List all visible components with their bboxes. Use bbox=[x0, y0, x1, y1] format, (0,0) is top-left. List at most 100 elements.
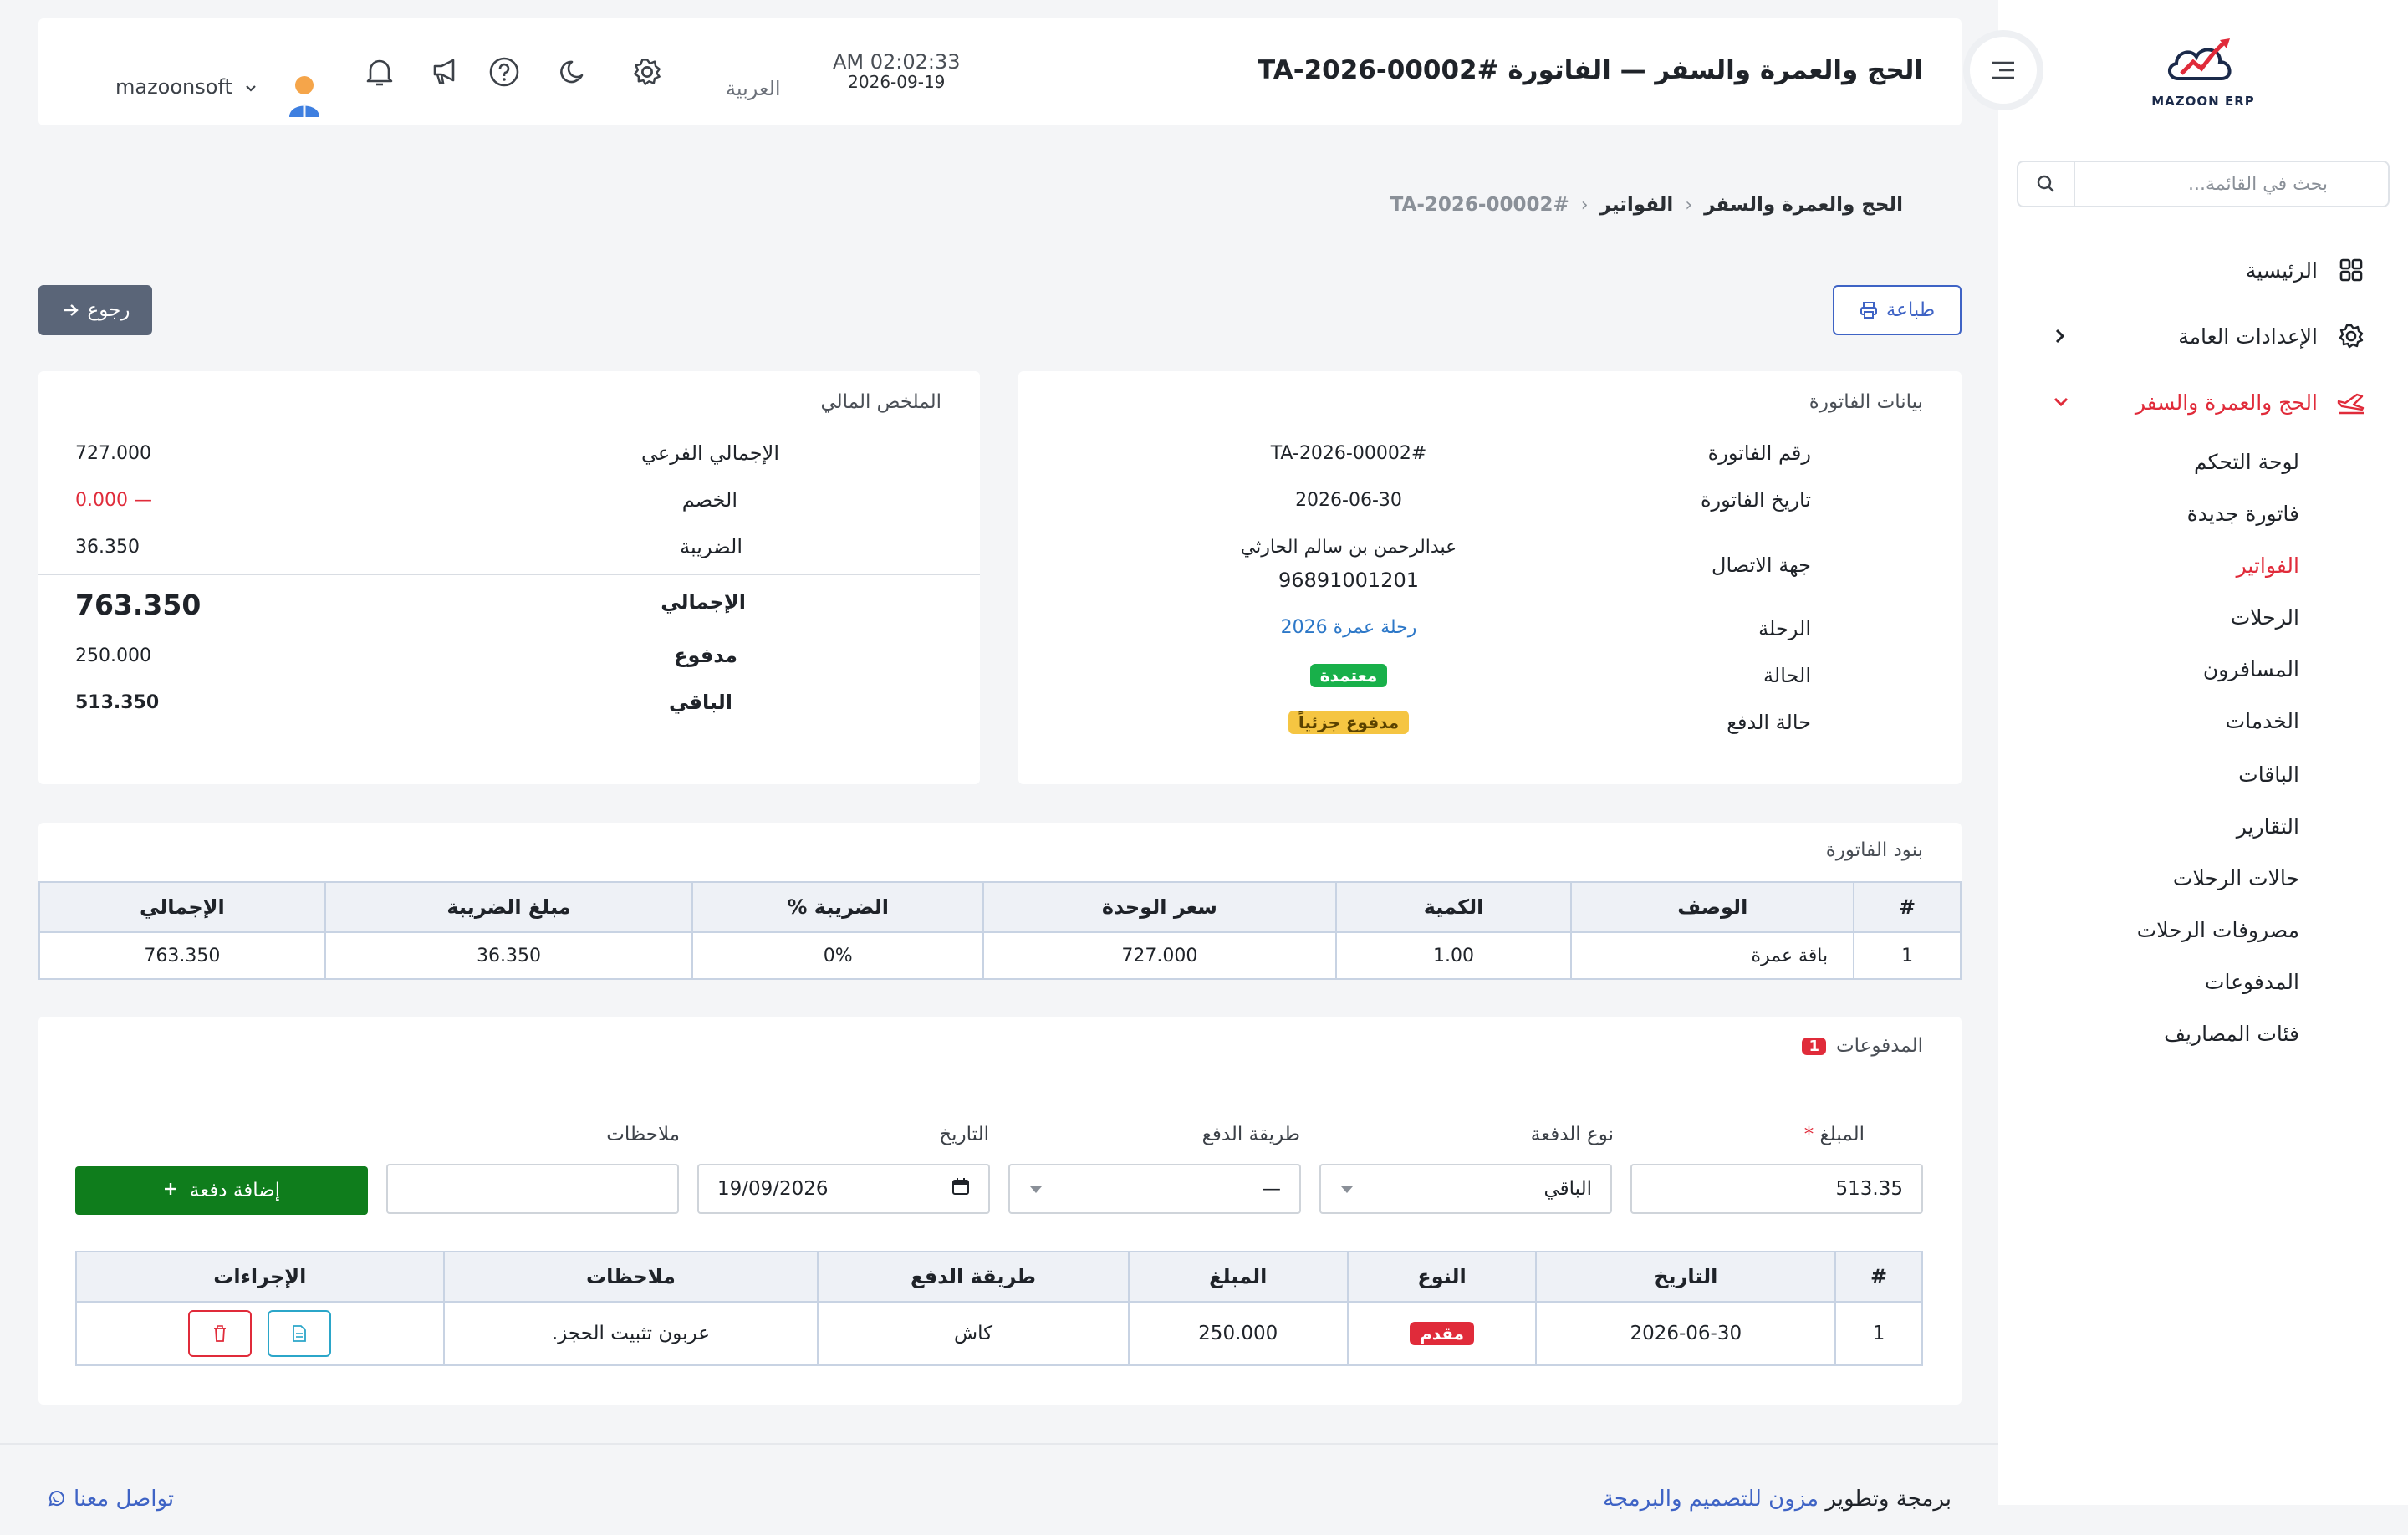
amount-input[interactable]: 513.35 bbox=[1630, 1164, 1923, 1214]
sidebar-item-settings[interactable]: الإعدادات العامة bbox=[2040, 317, 2366, 355]
chevron-left-icon bbox=[2048, 324, 2070, 354]
sidebar-subitem-travelers[interactable]: المسافرون bbox=[2203, 653, 2299, 686]
discount-label: الخصم bbox=[681, 488, 737, 512]
column-header: النوع bbox=[1346, 1251, 1538, 1303]
table-cell: 1 bbox=[1853, 931, 1962, 980]
discount-value: — 0.000 bbox=[75, 490, 152, 511]
print-button[interactable]: طباعة bbox=[1833, 285, 1962, 335]
amount-label-text: المبلغ bbox=[1819, 1124, 1865, 1145]
trip-label: الرحلة bbox=[1758, 617, 1811, 640]
divider bbox=[38, 574, 980, 575]
printer-icon bbox=[1860, 302, 1877, 319]
sidebar-item-hajj-umrah-travel[interactable]: الحج والعمرة والسفر bbox=[2040, 383, 2366, 421]
payment-status-badge: مدفوع جزئياً bbox=[1288, 711, 1410, 734]
sidebar-subitem-expense-categories[interactable]: فئات المصاريف bbox=[2164, 1017, 2299, 1051]
breadcrumb-item[interactable]: الفواتير bbox=[1600, 194, 1674, 216]
arrow-right-icon bbox=[63, 304, 79, 316]
sidebar-search[interactable] bbox=[2017, 161, 2390, 207]
column-header: # bbox=[1834, 1251, 1923, 1303]
sidebar-subitem-trip-expenses[interactable]: مصروفات الرحلات bbox=[2137, 914, 2299, 947]
column-header: # bbox=[1853, 881, 1962, 933]
brand-logo[interactable]: MAZOON ERP bbox=[2149, 33, 2258, 117]
sidebar-subitem-trip-statuses[interactable]: حالات الرحلات bbox=[2173, 862, 2299, 895]
delete-payment-button[interactable] bbox=[188, 1310, 253, 1357]
table-cell: 763.350 bbox=[38, 931, 326, 980]
sidebar-subitem-reports[interactable]: التقارير bbox=[2237, 810, 2299, 844]
table-cell: 1 bbox=[1834, 1301, 1923, 1366]
payment-notes-input[interactable] bbox=[386, 1164, 679, 1214]
gear-icon bbox=[2336, 321, 2366, 351]
column-header: الوصف bbox=[1570, 881, 1855, 933]
remaining-value: 513.350 bbox=[75, 692, 160, 713]
table-cell: 727.000 bbox=[982, 931, 1337, 980]
card-title: الملخص المالي bbox=[820, 391, 941, 413]
avatar[interactable] bbox=[286, 74, 323, 119]
menu-icon bbox=[1992, 61, 2014, 79]
sidebar-subitem-services[interactable]: الخدمات bbox=[2226, 705, 2299, 738]
sidebar-item-label: الرئيسية bbox=[2245, 258, 2318, 283]
sidebar-item-home[interactable]: الرئيسية bbox=[2040, 251, 2366, 289]
back-button[interactable]: رجوع bbox=[38, 285, 152, 335]
view-receipt-button[interactable] bbox=[268, 1310, 332, 1357]
payment-date-label: التاريخ bbox=[939, 1124, 989, 1145]
table-cell: باقة عمرة bbox=[1570, 931, 1855, 980]
table-row: 1 باقة عمرة 1.00 727.000 0% 36.350 763.3… bbox=[38, 931, 1962, 980]
sidebar-subitem-invoices[interactable]: الفواتير bbox=[2237, 549, 2299, 583]
print-button-label: طباعة bbox=[1885, 299, 1936, 321]
language-switcher[interactable]: العربية bbox=[726, 77, 781, 100]
top-header: الحج والعمرة والسفر — الفاتورة #TA-2026-… bbox=[38, 18, 1962, 125]
status-label: الحالة bbox=[1763, 664, 1811, 687]
plane-icon bbox=[2336, 387, 2366, 417]
payment-type-value: الباقي bbox=[1543, 1178, 1592, 1200]
sidebar: MAZOON ERP الرئيسية الإعدادات العامة الح… bbox=[1998, 0, 2408, 1505]
payment-date-input[interactable]: 19/09/2026 bbox=[697, 1164, 990, 1214]
status-badge: معتمدة bbox=[1309, 664, 1388, 687]
card-title: بيانات الفاتورة bbox=[1809, 391, 1923, 413]
bell-icon[interactable] bbox=[363, 55, 396, 89]
whatsapp-icon bbox=[48, 1491, 64, 1507]
gear-icon[interactable] bbox=[630, 55, 664, 89]
logo-graphic bbox=[2168, 38, 2232, 80]
page-title: الحج والعمرة والسفر — الفاتورة #TA-2026-… bbox=[1258, 55, 1923, 85]
plus-icon bbox=[163, 1180, 178, 1201]
payment-method-value: — bbox=[1262, 1178, 1281, 1200]
total-value: 763.350 bbox=[75, 589, 202, 621]
user-menu[interactable]: mazoonsoft bbox=[115, 75, 258, 99]
footer-credit: برمجة وتطوير مزون للتصميم والبرمجة bbox=[1603, 1487, 1951, 1512]
moon-icon[interactable] bbox=[555, 55, 589, 89]
column-header: الإجراءات bbox=[75, 1251, 445, 1303]
footer-credit-prefix: برمجة وتطوير bbox=[1819, 1487, 1951, 1512]
column-header: سعر الوحدة bbox=[982, 881, 1337, 933]
column-header: المبلغ bbox=[1127, 1251, 1349, 1303]
subtotal-value: 727.000 bbox=[75, 443, 151, 464]
tax-label: الضريبة bbox=[680, 535, 742, 558]
sidebar-subitem-trips[interactable]: الرحلات bbox=[2231, 601, 2299, 635]
sidebar-toggle-button[interactable] bbox=[1970, 37, 2037, 104]
invoice-number-label: رقم الفاتورة bbox=[1707, 441, 1811, 465]
breadcrumb-item[interactable]: الحج والعمرة والسفر bbox=[1704, 194, 1903, 216]
table-cell: 36.350 bbox=[324, 931, 694, 980]
document-icon bbox=[293, 1325, 307, 1342]
sidebar-subitem-packages[interactable]: الباقات bbox=[2238, 758, 2299, 792]
sidebar-subitem-new-invoice[interactable]: فاتورة جديدة bbox=[2187, 497, 2299, 531]
sidebar-item-label: الحج والعمرة والسفر bbox=[2135, 390, 2318, 415]
search-icon[interactable] bbox=[2018, 162, 2075, 206]
sidebar-search-input[interactable] bbox=[2045, 167, 2329, 201]
payment-type-select[interactable]: الباقي bbox=[1319, 1164, 1612, 1214]
chevron-down-icon bbox=[244, 75, 258, 99]
contact-link[interactable]: تواصل معنا bbox=[47, 1487, 174, 1512]
payments-table: # التاريخ النوع المبلغ طريقة الدفع ملاحظ… bbox=[75, 1251, 1923, 1366]
megaphone-icon[interactable] bbox=[428, 55, 462, 89]
payment-method-select[interactable]: — bbox=[1008, 1164, 1301, 1214]
caret-down-icon bbox=[1028, 1178, 1043, 1200]
help-icon[interactable] bbox=[487, 55, 521, 89]
calendar-icon[interactable] bbox=[951, 1177, 970, 1201]
invoice-items-table: # الوصف الكمية سعر الوحدة الضريبة % مبلغ… bbox=[38, 881, 1962, 980]
chevron-left-icon: ‹ bbox=[1685, 194, 1693, 216]
sidebar-subitem-payments[interactable]: المدفوعات bbox=[2205, 966, 2299, 999]
card-title: بنود الفاتورة bbox=[1825, 839, 1923, 861]
company-link[interactable]: مزون للتصميم والبرمجة bbox=[1603, 1487, 1819, 1512]
add-payment-button[interactable]: إضافة دفعة bbox=[75, 1166, 368, 1215]
trip-link[interactable]: رحلة عمرة 2026 bbox=[1219, 617, 1478, 638]
sidebar-subitem-dashboard[interactable]: لوحة التحكم bbox=[2194, 446, 2299, 479]
